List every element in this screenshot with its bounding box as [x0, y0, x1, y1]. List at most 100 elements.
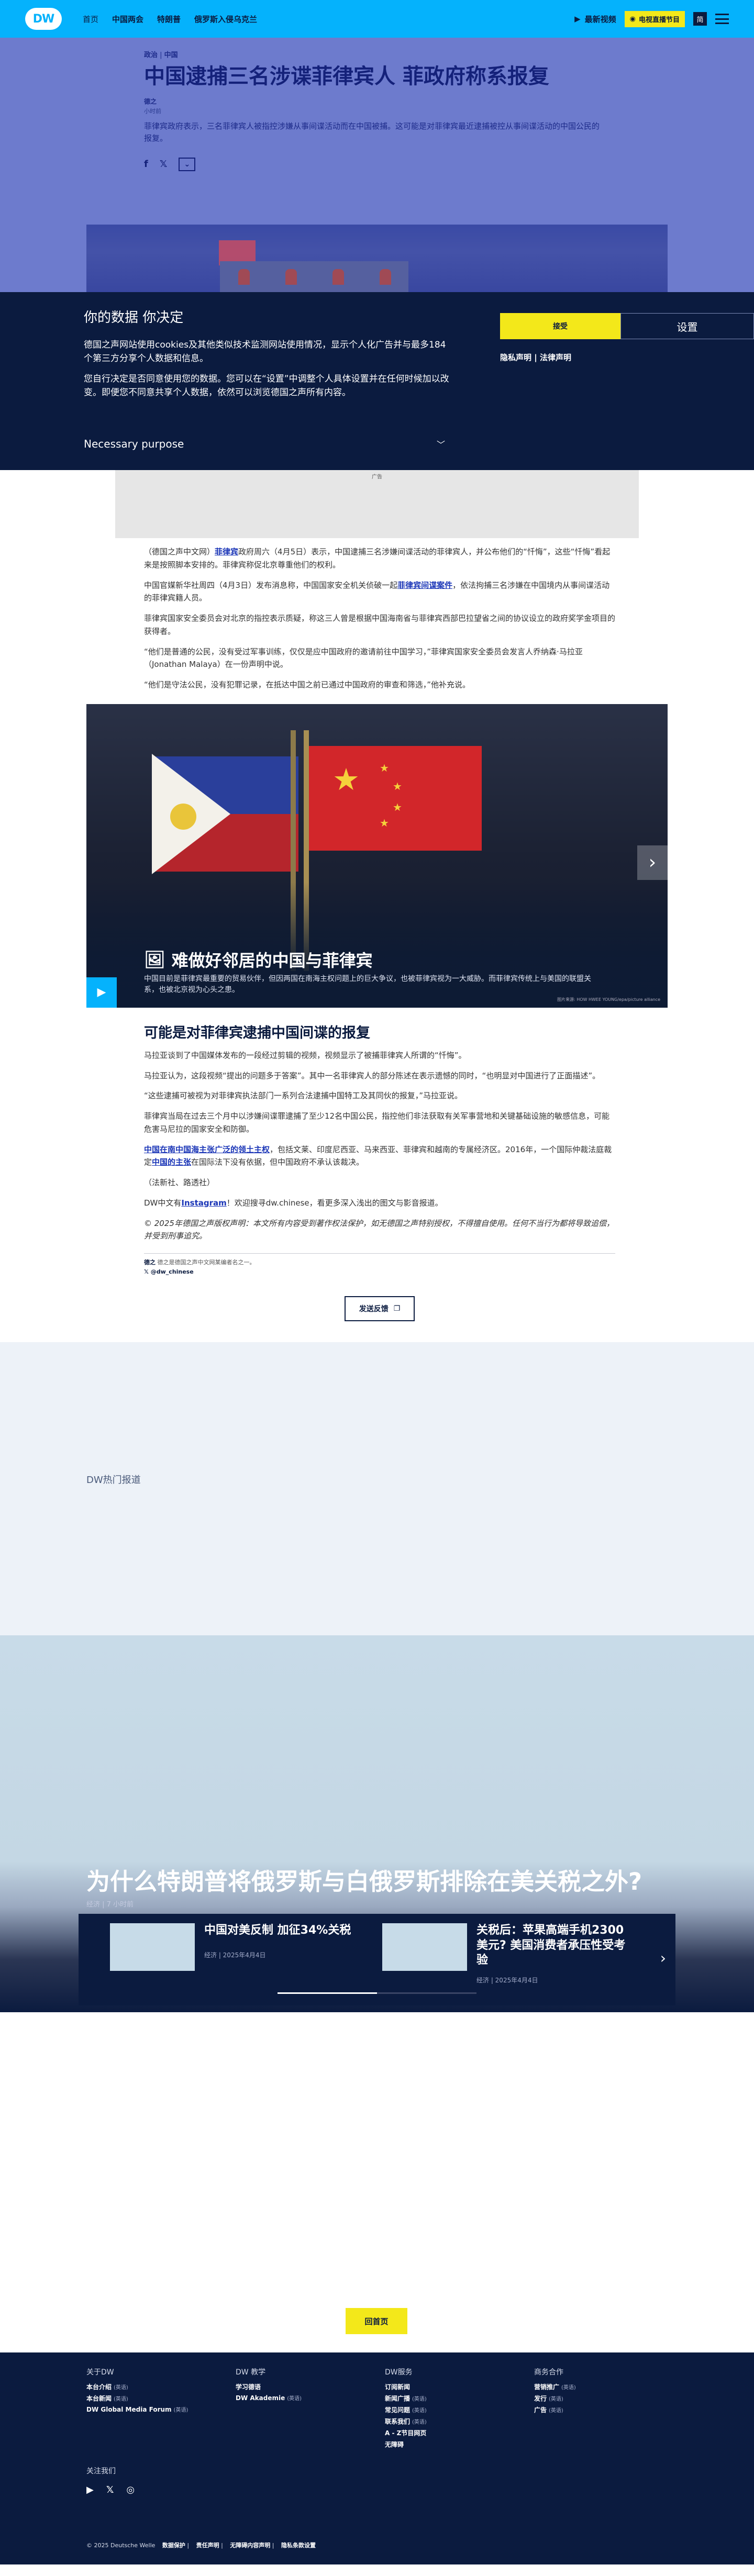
paragraph: 中国官媒新华社周四（4月3日）发布消息称，中国国家安全机关侦破一起菲律宾间谍案件…	[144, 580, 610, 603]
legal-link[interactable]: 无障碍内容声明	[230, 2542, 270, 2549]
necessary-purpose-toggle[interactable]: Necessary purpose ﹀	[84, 438, 445, 450]
cookie-title: 你的数据 你决定	[84, 310, 184, 326]
paragraph: “这些逮捕可被视为对菲律宾执法部门一系列合法逮捕中国特工及其同伙的报复，”马拉亚…	[144, 1091, 463, 1101]
carousel-progress	[278, 1992, 476, 1994]
nav-china-sessions[interactable]: 中国两会	[112, 14, 143, 25]
paragraph: 马拉亚谈到了中国媒体发布的一段经过剪辑的视频，视频显示了被捕菲律宾人所谓的“忏悔…	[144, 1050, 467, 1060]
card-thumbnail	[382, 1923, 467, 1971]
carousel-next-icon[interactable]: ›	[660, 1949, 666, 1967]
share-more-icon[interactable]: ⌄	[179, 157, 196, 171]
cookie-links: 隐私声明 | 法律声明	[500, 353, 571, 362]
chevron-down-icon: ﹀	[436, 440, 445, 450]
paragraph: “他们是守法公民，没有犯罪记录，在抵达中国之前已通过中国政府的审查和筛选，”他补…	[144, 680, 471, 689]
main-nav: 首页 中国两会 特朗普 俄罗斯入侵乌克兰	[83, 14, 257, 25]
copy-icon: ❐	[393, 1304, 401, 1313]
featured-story-title[interactable]: 为什么特朗普将俄罗斯与白俄罗斯排除在美关税之外?	[86, 1863, 668, 1897]
cookie-settings-button[interactable]: 设置	[620, 313, 754, 339]
legal-bar: © 2025 Deutsche Welle 数据保护 | 责任声明 | 无障碍内…	[86, 2542, 316, 2549]
hot-reports-label: DW热门报道	[86, 1475, 141, 1486]
hot-reports-section: DW热门报道	[0, 1342, 754, 1635]
source-note: （法新社、路透社）	[144, 1178, 215, 1187]
south-china-sea-link[interactable]: 中国在南中国海主张广泛的领土主权	[144, 1145, 270, 1154]
section-heading: 可能是对菲律宾逮捕中国间谍的报复	[144, 1024, 370, 1041]
nav-russia-ukraine[interactable]: 俄罗斯入侵乌克兰	[194, 14, 257, 25]
kicker-topic[interactable]: 中国	[164, 51, 178, 59]
card-meta: 经济 | 2025年4月4日	[204, 1951, 266, 1959]
spy-case-link[interactable]: 菲律宾间谍案件	[397, 581, 452, 590]
paragraph: 菲律宾当局在过去三个月中以涉嫌间谍罪逮捕了至少12名中国公民，指控他们非法获取有…	[144, 1111, 610, 1134]
cookie-accept-button[interactable]: 接受	[500, 313, 620, 339]
photo-credit: 图片来源: HOW HWEE YOUNG/epa/picture allianc…	[557, 997, 660, 1002]
header-actions: ▶ 最新视频 ◉ 电视直播节目 简	[574, 10, 729, 27]
tv-live-button[interactable]: ◉ 电视直播节目	[624, 10, 685, 27]
back-home-button[interactable]: 回首页	[346, 2308, 407, 2334]
gallery-icon: 🖼	[144, 949, 165, 969]
privacy-link[interactable]: 隐私声明	[500, 353, 531, 362]
philippines-link[interactable]: 菲律宾	[215, 547, 238, 556]
article-time: 小时前	[144, 108, 161, 115]
legal-notice-link[interactable]: 法律声明	[540, 353, 571, 362]
legal-link[interactable]: 数据保护	[162, 2542, 185, 2549]
ad-label: 广告	[372, 474, 382, 480]
china-flag-star: ★	[332, 761, 360, 797]
nav-trump[interactable]: 特朗普	[157, 14, 181, 25]
image-gallery[interactable]: ★ ★ ★ ★ ★ 🖼 难做好邻居的中国与菲律宾 中国目前是菲律宾最重要的贸易伙…	[86, 704, 668, 1008]
x-twitter-icon[interactable]: 𝕏	[160, 159, 168, 170]
nav-home[interactable]: 首页	[83, 14, 98, 25]
paragraph: （德国之声中文网）菲律宾政府周六（4月5日）表示，中国逮捕三名涉嫌间谍活动的菲律…	[144, 547, 611, 570]
article-author[interactable]: 德之	[144, 97, 615, 106]
purpose-label: Necessary purpose	[84, 438, 184, 450]
china-claims-link[interactable]: 中国的主张	[152, 1157, 191, 1167]
ad-slot: 广告	[115, 470, 639, 538]
article-kicker: 政治 | 中国	[144, 51, 178, 59]
instagram-icon[interactable]: ◎	[126, 2484, 135, 2495]
story-carousel: 中国对美反制 加征34%关税 经济 | 2025年4月4日 关税后：苹果高端手机…	[79, 1914, 675, 2005]
hero-image	[86, 225, 668, 292]
video-icon: ▶	[574, 14, 581, 24]
carousel-card[interactable]: 中国对美反制 加征34%关税	[110, 1923, 361, 1971]
language-button[interactable]: 简	[693, 12, 707, 26]
card-title: 关税后：苹果高端手机2300美元? 美国消费者承压性受考验	[476, 1924, 626, 1967]
gallery-play-button[interactable]: ▶	[86, 977, 117, 1008]
paragraph: 马拉亚认为，这段视频“提出的问题多于答案”。其中一名菲律宾人的部分陈述在表示遗憾…	[144, 1070, 601, 1080]
cookie-consent-banner: 你的数据 你决定 德国之声网站使用cookies及其他类似技术监测网站使用情况，…	[0, 292, 754, 470]
article-header: 政治 | 中国 中国逮捕三名涉谍菲律宾人 菲政府称系报复 德之 小时前 菲律宾政…	[0, 38, 754, 292]
author-byline: 德之 德之是德国之声中文网某编者名之一。	[144, 1259, 256, 1266]
dw-logo[interactable]: DW	[25, 8, 62, 30]
instagram-link[interactable]: Instagram	[181, 1198, 226, 1208]
author-handle[interactable]: 𝕏 @dw_chinese	[144, 1268, 615, 1275]
footer-col-learning: DW 教学 学习德语 DW Akademie (英语)	[236, 2368, 302, 2402]
copyright-note: © 2025年德国之声版权声明：本文所有内容受到著作权法保护，如无德国之声特别授…	[144, 1218, 614, 1241]
cookie-text-2: 您自行决定是否同意使用您的数据。您可以在“设置”中调整个人具体设置并在任何时候加…	[84, 374, 449, 398]
latest-videos-label: 最新视频	[584, 14, 616, 24]
carousel-card[interactable]: 关税后：苹果高端手机2300美元? 美国消费者承压性受考验	[382, 1923, 634, 1971]
card-thumbnail	[110, 1923, 195, 1971]
paragraph: DW中文有Instagram！欢迎搜寻dw.chinese，看更多深入浅出的图文…	[144, 1198, 443, 1208]
social-links: ▶ 𝕏 ◎	[86, 2484, 135, 2495]
divider	[144, 1253, 615, 1254]
featured-story[interactable]: 为什么特朗普将俄罗斯与白俄罗斯排除在美关税之外? 经济 | 7 小时前 中国对美…	[0, 1635, 754, 2012]
live-tv-icon: ◉	[629, 15, 636, 23]
follow-us-label: 关注我们	[86, 2467, 116, 2475]
gallery-description: 中国目前是菲律宾最重要的贸易伙伴，但因两国在南海主权问题上的巨大争议，也被菲律宾…	[144, 974, 591, 994]
card-meta: 经济 | 2025年4月4日	[476, 1977, 538, 1984]
gallery-title: 🖼 难做好邻居的中国与菲律宾	[144, 949, 373, 971]
legal-link[interactable]: 责任声明	[196, 2542, 219, 2549]
legal-link[interactable]: 隐私条款设置	[281, 2542, 316, 2549]
card-title: 中国对美反制 加征34%关税	[204, 1924, 351, 1937]
article-body-continued: 可能是对菲律宾逮捕中国间谍的报复 马拉亚谈到了中国媒体发布的一段经过剪辑的视频，…	[144, 1021, 615, 1321]
kicker-section[interactable]: 政治	[144, 51, 158, 59]
site-footer: 关于DW 本台介绍 (英语) 本台新闻 (英语) DW Global Media F…	[0, 2352, 754, 2564]
hamburger-menu-icon[interactable]	[715, 14, 729, 24]
philippines-flag-sun	[170, 803, 196, 830]
send-feedback-button[interactable]: 发送反馈 ❐	[344, 1296, 415, 1321]
latest-videos-link[interactable]: ▶ 最新视频	[574, 14, 616, 25]
cookie-text-1: 德国之声网站使用cookies及其他类似技术监测网站使用情况，显示个人化广告并与…	[84, 340, 446, 364]
article-headline: 中国逮捕三名涉谍菲律宾人 菲政府称系报复	[144, 64, 549, 88]
gallery-next-button[interactable]: ›	[637, 845, 668, 880]
footer-col-services: DW服务 订阅新闻 新闻广播 (英语) 常见问题 (英语) 联系我们 (英语) A -…	[385, 2368, 427, 2448]
youtube-icon[interactable]: ▶	[86, 2484, 94, 2495]
featured-story-meta: 经济 | 7 小时前	[86, 1901, 134, 1909]
facebook-icon[interactable]: f	[144, 159, 148, 170]
x-twitter-icon[interactable]: 𝕏	[106, 2484, 114, 2495]
